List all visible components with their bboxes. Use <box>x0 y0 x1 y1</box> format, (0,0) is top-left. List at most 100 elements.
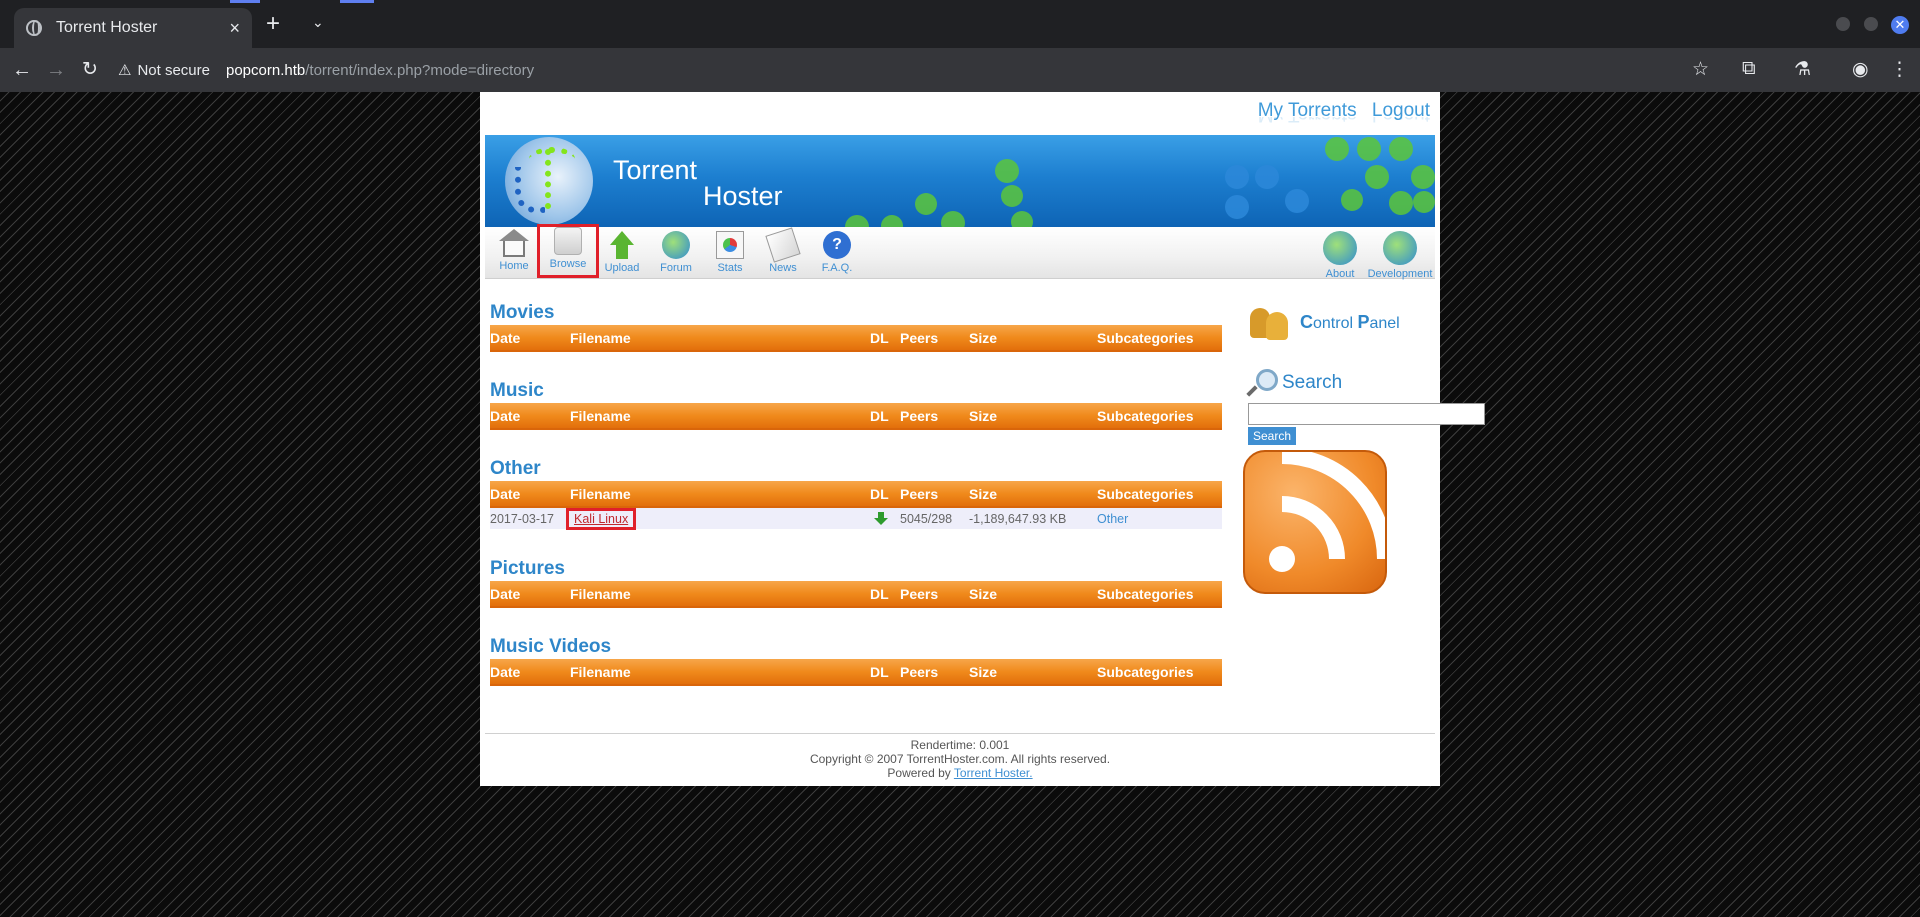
address-bar[interactable]: ⚠ Not secure popcorn.htb/torrent/index.p… <box>118 54 1718 86</box>
menu-item-news[interactable]: News <box>758 227 808 277</box>
my-torrents-link[interactable]: My Torrents <box>1258 100 1357 121</box>
col-size[interactable]: Size <box>969 481 1097 508</box>
footer-divider <box>485 733 1435 734</box>
col-filename[interactable]: Filename <box>570 659 870 686</box>
about-icon <box>1323 231 1357 265</box>
control-panel-label: Control Panel <box>1300 311 1400 332</box>
top-nav: My Torrents Logout <box>1248 100 1430 122</box>
row-dl-cell <box>870 507 900 529</box>
col-dl[interactable]: DL <box>870 403 900 430</box>
col-size[interactable]: Size <box>969 325 1097 352</box>
control-panel-link[interactable]: Control Panel <box>1248 304 1400 340</box>
profile-icon[interactable]: ◉ <box>1852 58 1869 81</box>
torrent-hoster-link[interactable]: Torrent Hoster. <box>954 766 1033 780</box>
search-input[interactable] <box>1248 403 1485 425</box>
category-movies: Movies Date Filename DL Peers Size Subca… <box>490 300 1222 352</box>
col-subcategories[interactable]: Subcategories <box>1097 403 1222 430</box>
category-title: Music Videos <box>490 636 612 657</box>
logout-link[interactable]: Logout <box>1372 100 1430 121</box>
col-peers[interactable]: Peers <box>900 325 969 352</box>
row-peers: 5045/298 <box>900 507 969 529</box>
menu-item-browse[interactable]: Browse <box>537 224 599 278</box>
menu-label: Home <box>499 260 529 272</box>
rss-feed-icon[interactable] <box>1243 450 1387 594</box>
users-icon <box>1248 304 1290 340</box>
col-peers[interactable]: Peers <box>900 659 969 686</box>
col-size[interactable]: Size <box>969 403 1097 430</box>
col-date[interactable]: Date <box>490 325 570 352</box>
search-button[interactable]: Search <box>1248 427 1297 445</box>
torrent-table: Date Filename DL Peers Size Subcategorie… <box>490 325 1222 352</box>
col-peers[interactable]: Peers <box>900 481 969 508</box>
home-icon <box>499 229 529 257</box>
menu-item-stats[interactable]: Stats <box>705 229 755 277</box>
warning-icon: ⚠ <box>118 62 132 79</box>
col-date[interactable]: Date <box>490 581 570 608</box>
col-subcategories[interactable]: Subcategories <box>1097 659 1222 686</box>
col-size[interactable]: Size <box>969 581 1097 608</box>
new-tab-button[interactable]: + <box>266 10 280 38</box>
col-filename[interactable]: Filename <box>570 403 870 430</box>
col-dl[interactable]: DL <box>870 659 900 686</box>
menu-item-faq[interactable]: ? F.A.Q. <box>812 229 862 277</box>
banner-title-hoster: Hoster <box>703 181 783 211</box>
back-arrow-icon[interactable]: ← <box>12 58 32 82</box>
col-peers[interactable]: Peers <box>900 581 969 608</box>
extensions-icon[interactable]: ⧉ <box>1742 58 1756 80</box>
col-date[interactable]: Date <box>490 481 570 508</box>
url-path: /torrent/index.php?mode=directory <box>305 61 535 79</box>
menu-label: Stats <box>717 262 743 274</box>
tab-close-icon[interactable]: × <box>229 18 240 39</box>
col-subcategories[interactable]: Subcategories <box>1097 581 1222 608</box>
table-header-row: Date Filename DL Peers Size Subcategorie… <box>490 581 1222 608</box>
table-header-row: Date Filename DL Peers Size Subcategorie… <box>490 403 1222 430</box>
magnifier-icon <box>1248 369 1278 397</box>
col-filename[interactable]: Filename <box>570 481 870 508</box>
col-subcategories[interactable]: Subcategories <box>1097 325 1222 352</box>
col-filename[interactable]: Filename <box>570 581 870 608</box>
tab-strip-indicator <box>230 0 260 3</box>
col-subcategories[interactable]: Subcategories <box>1097 481 1222 508</box>
tab-search-chevron-icon[interactable]: ⌄ <box>312 14 324 31</box>
menu-item-about[interactable]: About <box>1315 229 1365 280</box>
menu-item-home[interactable]: Home <box>489 229 539 277</box>
table-header-row: Date Filename DL Peers Size Subcategorie… <box>490 481 1222 508</box>
col-date[interactable]: Date <box>490 403 570 430</box>
minimize-button[interactable] <box>1836 17 1850 31</box>
browse-icon <box>554 227 582 255</box>
torrent-table: Date Filename DL Peers Size Subcategorie… <box>490 659 1222 686</box>
category-other: Other Date Filename DL Peers Size Subcat… <box>490 456 1222 530</box>
col-filename[interactable]: Filename <box>570 325 870 352</box>
menu-item-forum[interactable]: Forum <box>651 229 701 277</box>
torrent-filename-link[interactable]: Kali Linux <box>565 507 637 530</box>
web-page: My Torrents Logout Torrent Hoster Home <box>480 92 1485 786</box>
menu-item-development[interactable]: Development <box>1367 229 1433 280</box>
download-arrow-icon[interactable] <box>874 511 888 526</box>
window-close-button[interactable]: ✕ <box>1891 16 1909 34</box>
menu-dots-icon[interactable]: ⋮ <box>1890 58 1909 81</box>
search-heading-label: Search <box>1282 372 1343 393</box>
table-header-row: Date Filename DL Peers Size Subcategorie… <box>490 659 1222 686</box>
reload-icon[interactable]: ↻ <box>82 58 98 82</box>
col-dl[interactable]: DL <box>870 325 900 352</box>
category-title: Music <box>490 380 544 401</box>
site-menu: Home Browse Upload Forum Stats News ? F.… <box>485 224 1435 280</box>
subcategory-link[interactable]: Other <box>1097 512 1128 526</box>
labs-flask-icon[interactable]: ⚗ <box>1794 58 1811 81</box>
tab-title: Torrent Hoster <box>56 19 158 36</box>
col-size[interactable]: Size <box>969 659 1097 686</box>
maximize-button[interactable] <box>1864 17 1878 31</box>
row-date: 2017-03-17 <box>490 507 570 529</box>
col-dl[interactable]: DL <box>870 581 900 608</box>
bookmark-star-icon[interactable]: ☆ <box>1692 58 1709 81</box>
search-heading: Search <box>1248 369 1342 397</box>
col-dl[interactable]: DL <box>870 481 900 508</box>
col-peers[interactable]: Peers <box>900 403 969 430</box>
forward-arrow-icon[interactable]: → <box>46 58 66 82</box>
browser-tab[interactable]: Torrent Hoster × <box>14 8 252 48</box>
table-row: 2017-03-17 Kali Linux 5045/298 -1,189,64… <box>490 507 1222 530</box>
site-banner: Torrent Hoster <box>485 135 1435 227</box>
category-music-videos: Music Videos Date Filename DL Peers Size… <box>490 634 1222 686</box>
menu-item-upload[interactable]: Upload <box>597 229 647 277</box>
col-date[interactable]: Date <box>490 659 570 686</box>
